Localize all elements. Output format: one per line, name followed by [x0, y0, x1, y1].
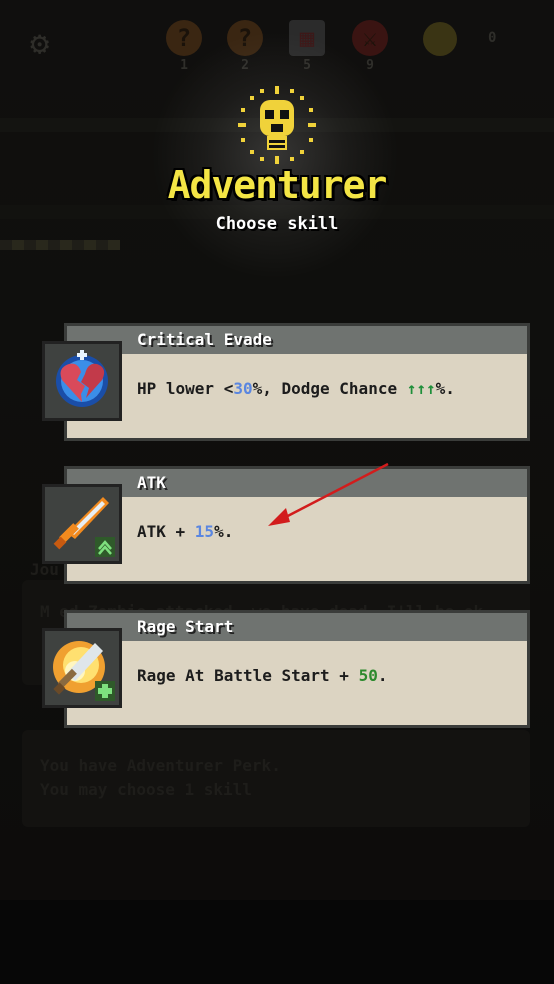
coin-count: 0 — [488, 30, 497, 46]
desc-value: 50 — [358, 666, 378, 685]
desc-value: 30 — [233, 379, 253, 398]
desc-text: %. — [435, 379, 455, 398]
skill-card-rage-start[interactable]: Rage Start Rage At Battle Start + 50. — [42, 610, 530, 728]
desc-text: %. — [214, 522, 234, 541]
perk-title: Adventurer — [167, 163, 388, 207]
desc-text: HP lower < — [137, 379, 234, 398]
skill-name: Critical Evade — [137, 330, 272, 349]
skill-name: Rage Start — [137, 617, 234, 636]
sword-upgrade-icon — [42, 484, 122, 564]
desc-value: 15 — [194, 522, 215, 541]
skill-description: HP lower <30%, Dodge Chance ↑↑↑%. — [137, 379, 455, 398]
broken-heart-icon — [42, 341, 122, 421]
pointer-arrow — [268, 462, 389, 526]
question-icon: ? — [166, 20, 202, 56]
up-arrows-icon: ↑↑↑ — [406, 379, 436, 398]
skill-header — [64, 610, 530, 644]
skill-description: Rage At Battle Start + 50. — [137, 666, 387, 685]
desc-text: Rage At Battle Start + — [137, 666, 359, 685]
skill-card-critical-evade[interactable]: Critical Evade HP lower <30%, Dodge Chan… — [42, 323, 530, 441]
perk-subtitle: Choose skill — [215, 214, 339, 234]
skill-description: ATK + 15%. — [137, 522, 233, 541]
skill-header — [64, 323, 530, 357]
flaming-sword-icon — [42, 628, 122, 708]
gear-icon[interactable]: ⚙ — [30, 27, 62, 59]
gasmask-icon — [238, 86, 316, 164]
desc-text: %, Dodge Chance — [252, 379, 407, 398]
sword-icon: ⚔ — [352, 20, 388, 56]
desc-text: . — [377, 666, 388, 685]
coin-icon — [423, 22, 457, 56]
skill-name: ATK — [137, 473, 166, 492]
desc-text: ATK + — [137, 522, 195, 541]
